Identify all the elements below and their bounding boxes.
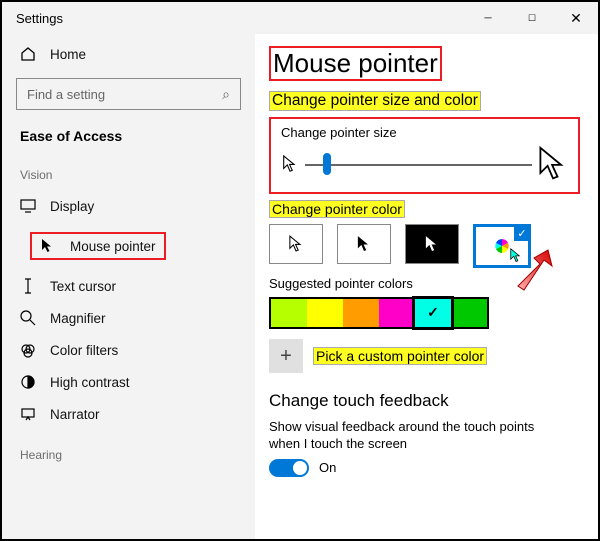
white-cursor-icon <box>289 235 303 253</box>
touch-feedback-toggle[interactable] <box>269 459 309 477</box>
add-custom-color-button[interactable]: + <box>269 339 303 373</box>
swatch-4[interactable] <box>415 299 451 327</box>
large-cursor-icon <box>538 146 568 182</box>
magnifier-icon <box>20 310 36 326</box>
pointer-size-label: Change pointer size <box>281 125 568 140</box>
inverted-cursor-icon <box>425 235 439 253</box>
pointer-style-black[interactable] <box>337 224 391 264</box>
pointer-style-white[interactable] <box>269 224 323 264</box>
contrast-icon <box>20 374 36 390</box>
sidebar-item-text-cursor[interactable]: Text cursor <box>2 270 255 302</box>
color-filters-icon <box>20 342 36 358</box>
pointer-size-slider[interactable] <box>305 152 532 176</box>
swatch-2[interactable] <box>343 299 379 327</box>
narrator-icon <box>20 406 36 422</box>
sidebar-item-mouse-pointer[interactable]: Mouse pointer <box>12 224 243 268</box>
pointer-size-section: Change pointer size <box>269 117 580 194</box>
narrator-label: Narrator <box>50 407 100 422</box>
black-cursor-icon <box>357 235 371 253</box>
display-icon <box>20 198 36 214</box>
swatch-row <box>269 297 489 329</box>
maximize-button[interactable]: ☐ <box>510 2 554 34</box>
text-cursor-label: Text cursor <box>50 279 116 294</box>
close-button[interactable]: ✕ <box>554 2 598 34</box>
pointer-style-inverted[interactable] <box>405 224 459 264</box>
sidebar-item-narrator[interactable]: Narrator <box>2 398 255 430</box>
color-wheel-icon <box>494 238 510 254</box>
home-icon <box>20 46 36 62</box>
swatch-1[interactable] <box>307 299 343 327</box>
titlebar: Settings ─ ☐ ✕ <box>2 2 598 34</box>
section-heading-size-color: Change pointer size and color <box>269 91 481 111</box>
sidebar-group-vision: Vision <box>2 150 255 190</box>
small-cursor-icon <box>281 155 299 173</box>
swatch-3[interactable] <box>379 299 415 327</box>
swatch-0[interactable] <box>271 299 307 327</box>
sidebar-item-display[interactable]: Display <box>2 190 255 222</box>
pointer-color-label: Change pointer color <box>269 200 405 218</box>
sidebar-item-home[interactable]: Home <box>2 38 255 70</box>
plus-icon: + <box>280 345 292 368</box>
check-icon: ✓ <box>514 225 530 241</box>
home-label: Home <box>50 47 86 62</box>
display-label: Display <box>50 199 94 214</box>
sidebar: Home Find a setting ⌕ Ease of Access Vis… <box>2 34 255 539</box>
minimize-button[interactable]: ─ <box>466 2 510 34</box>
high-contrast-label: High contrast <box>50 375 130 390</box>
touch-feedback-heading: Change touch feedback <box>269 391 580 411</box>
text-cursor-icon <box>20 278 36 294</box>
sidebar-item-high-contrast[interactable]: High contrast <box>2 366 255 398</box>
page-title: Mouse pointer <box>269 46 442 81</box>
sidebar-item-magnifier[interactable]: Magnifier <box>2 302 255 334</box>
search-input[interactable]: Find a setting ⌕ <box>16 78 241 110</box>
magnifier-label: Magnifier <box>50 311 106 326</box>
search-placeholder: Find a setting <box>27 87 105 102</box>
window-title: Settings <box>2 11 63 26</box>
sidebar-category: Ease of Access <box>2 118 255 150</box>
color-filters-label: Color filters <box>50 343 118 358</box>
touch-feedback-desc: Show visual feedback around the touch po… <box>269 419 559 453</box>
mouse-pointer-label: Mouse pointer <box>70 239 156 254</box>
toggle-state-label: On <box>319 460 336 475</box>
sidebar-item-color-filters[interactable]: Color filters <box>2 334 255 366</box>
swatch-5[interactable] <box>451 299 487 327</box>
search-icon: ⌕ <box>222 86 230 103</box>
pointer-icon <box>40 238 56 254</box>
custom-color-label: Pick a custom pointer color <box>313 347 487 365</box>
annotation-arrow-icon <box>512 244 560 292</box>
sidebar-group-hearing: Hearing <box>2 430 255 470</box>
